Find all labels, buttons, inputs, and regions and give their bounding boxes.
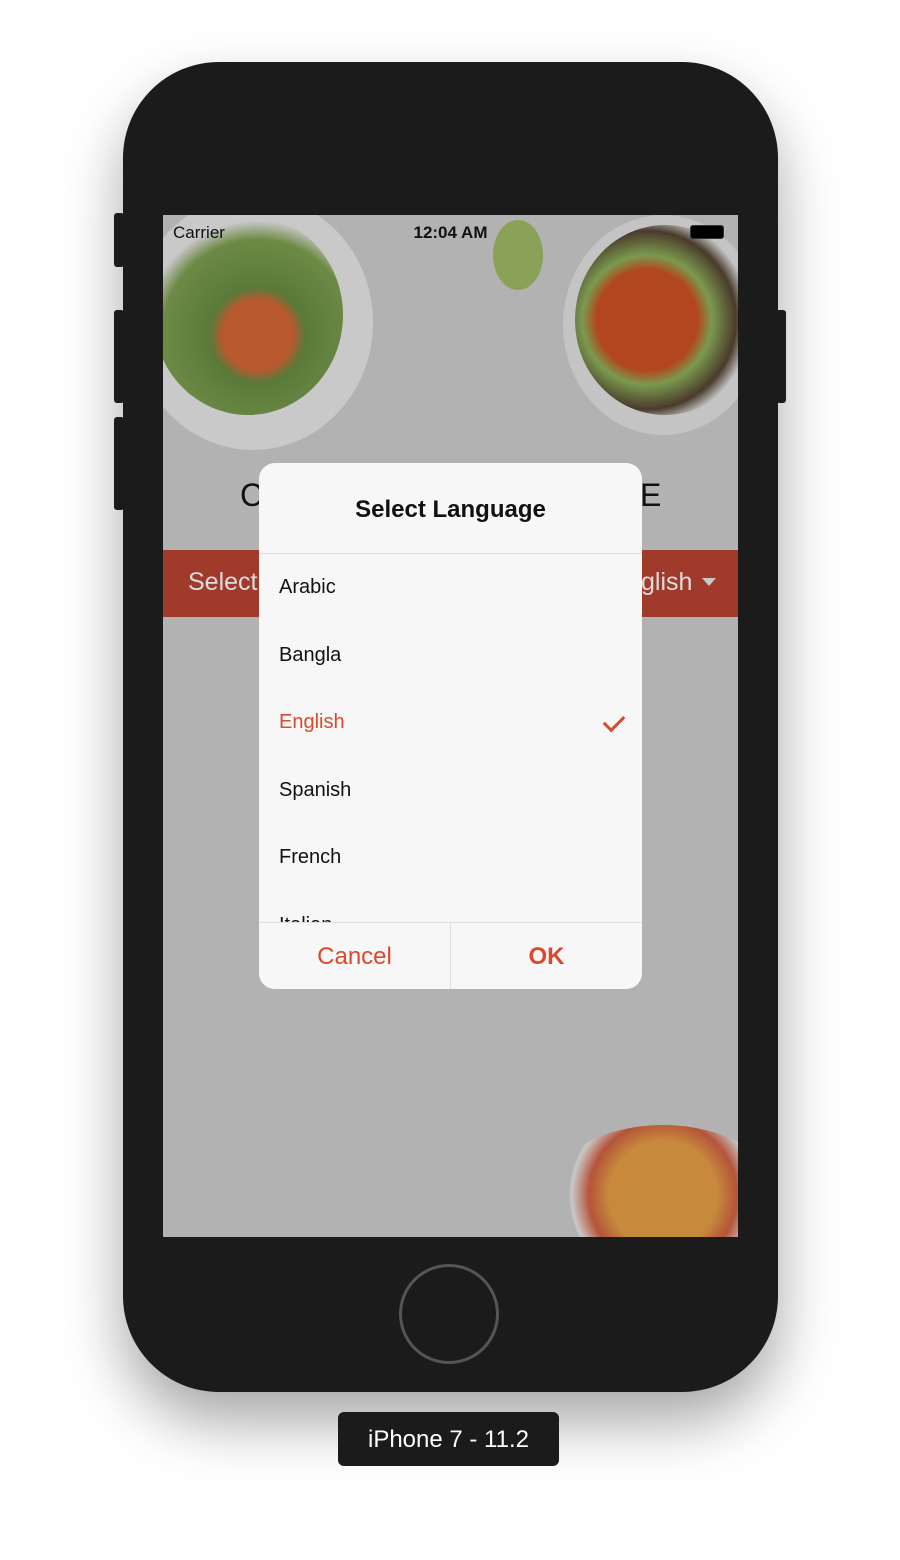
salad-plate-image (163, 215, 373, 450)
option-label: Italian (279, 914, 332, 923)
option-label: Arabic (279, 576, 336, 598)
pizza-image (548, 1125, 738, 1237)
dialog-title: Select Language (259, 463, 642, 554)
status-bar: Carrier 12:04 AM (163, 221, 738, 243)
option-label: Bangla (279, 643, 342, 666)
select-label: Select (188, 568, 258, 596)
power-button (776, 310, 786, 403)
language-option-italian[interactable]: Italian (259, 892, 642, 923)
option-label: French (279, 846, 342, 868)
mute-switch (114, 213, 124, 267)
option-label: English (279, 711, 345, 733)
app-title-fragment: E (640, 477, 662, 513)
selected-language-value: glish (641, 568, 693, 596)
home-button[interactable] (399, 1264, 499, 1364)
dropdown-caret-icon (702, 578, 716, 586)
volume-down-button (114, 417, 124, 510)
language-option-english[interactable]: English (259, 689, 642, 757)
device-label: iPhone 7 - 11.2 (338, 1412, 559, 1466)
language-option-bangla[interactable]: Bangla (259, 622, 642, 690)
language-option-arabic[interactable]: Arabic (259, 554, 642, 622)
checkmark-icon (602, 709, 626, 733)
language-option-french[interactable]: French (259, 824, 642, 892)
battery-icon (690, 225, 724, 239)
language-list[interactable]: Arabic Bangla English Spanish French Ita… (259, 554, 642, 922)
language-option-spanish[interactable]: Spanish (259, 757, 642, 825)
bowl-plate-image (563, 215, 738, 435)
option-label: Spanish (279, 778, 352, 801)
ok-button[interactable]: OK (450, 923, 642, 989)
cancel-button[interactable]: Cancel (259, 923, 450, 989)
dialog-actions: Cancel OK (259, 922, 642, 989)
volume-up-button (114, 310, 124, 403)
clock: 12:04 AM (413, 223, 488, 242)
select-language-dialog: Select Language Arabic Bangla English Sp… (259, 463, 642, 989)
